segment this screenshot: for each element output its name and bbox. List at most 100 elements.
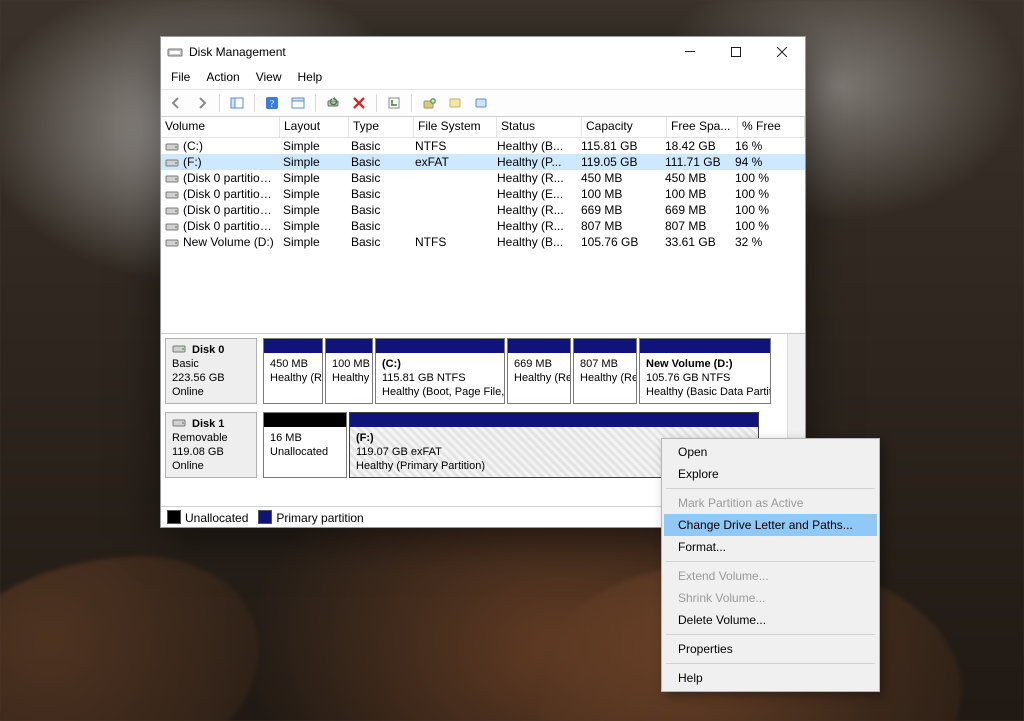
volume-row[interactable]: (F:)SimpleBasicexFATHealthy (P...119.05 … (161, 154, 805, 170)
volume-pctfree: 94 % (731, 154, 805, 170)
scrollbar-thumb[interactable] (790, 338, 803, 368)
volume-layout: Simple (279, 202, 347, 218)
partition[interactable]: (C:)115.81 GB NTFSHealthy (Boot, Page Fi… (375, 338, 505, 404)
volume-free: 33.61 GB (661, 234, 731, 250)
titlebar[interactable]: Disk Management (161, 37, 805, 67)
partition-header-bar (508, 339, 570, 353)
volume-capacity: 669 MB (577, 202, 661, 218)
close-button[interactable] (759, 37, 805, 67)
col-freespace[interactable]: Free Spa... (667, 117, 738, 137)
volume-layout: Simple (279, 186, 347, 202)
disk-meta[interactable]: Disk 0Basic223.56 GBOnline (165, 338, 257, 404)
partition-size: 105.76 GB NTFS (646, 371, 764, 385)
disk-meta[interactable]: Disk 1Removable119.08 GBOnline (165, 412, 257, 478)
volume-layout: Simple (279, 234, 347, 250)
create-vhd-icon[interactable] (418, 92, 440, 114)
volume-free: 807 MB (661, 218, 731, 234)
volume-free: 18.42 GB (661, 138, 731, 154)
forward-button[interactable] (191, 92, 213, 114)
partition[interactable]: 807 MBHealthy (Reco (573, 338, 637, 404)
legend-unallocated: Unallocated (167, 510, 248, 525)
menubar: File Action View Help (161, 67, 805, 89)
attach-vhd-icon[interactable] (444, 92, 466, 114)
svg-text:?: ? (270, 99, 275, 110)
menu-file[interactable]: File (163, 67, 198, 89)
ctx-delete[interactable]: Delete Volume... (664, 609, 877, 631)
col-pctfree[interactable]: % Free (738, 117, 805, 137)
volume-free: 669 MB (661, 202, 731, 218)
properties-icon[interactable] (383, 92, 405, 114)
volume-type: Basic (347, 186, 411, 202)
col-status[interactable]: Status (497, 117, 582, 137)
volume-row[interactable]: (Disk 0 partition 2)SimpleBasicHealthy (… (161, 186, 805, 202)
disk-icon (172, 343, 190, 355)
volume-row[interactable]: (Disk 0 partition 1)SimpleBasic Healthy (… (161, 170, 805, 186)
volume-status: Healthy (R... (493, 170, 577, 186)
delete-icon[interactable] (348, 92, 370, 114)
ctx-mark-active: Mark Partition as Active (664, 492, 877, 514)
back-button[interactable] (165, 92, 187, 114)
ctx-separator (666, 488, 875, 489)
partitions: 450 MBHealthy (Rec100 MBHealthy(C:)115.8… (263, 338, 784, 404)
partition[interactable]: New Volume (D:)105.76 GB NTFSHealthy (Ba… (639, 338, 771, 404)
volume-name: (C:) (183, 139, 203, 153)
partition-header-bar (640, 339, 770, 353)
refresh-icon[interactable] (322, 92, 344, 114)
disk-icon (172, 417, 190, 429)
ctx-properties[interactable]: Properties (664, 638, 877, 660)
ctx-open[interactable]: Open (664, 441, 877, 463)
ctx-extend: Extend Volume... (664, 565, 877, 587)
volume-status: Healthy (B... (493, 138, 577, 154)
help-icon[interactable]: ? (261, 92, 283, 114)
volume-status: Healthy (R... (493, 202, 577, 218)
volume-name: (Disk 0 partition 6) (183, 219, 279, 233)
volume-layout: Simple (279, 170, 347, 186)
ctx-explore[interactable]: Explore (664, 463, 877, 485)
partition-header-bar (350, 413, 758, 427)
ctx-help[interactable]: Help (664, 667, 877, 689)
volume-capacity: 119.05 GB (577, 154, 661, 170)
disk-state: Online (172, 459, 250, 473)
col-capacity[interactable]: Capacity (582, 117, 667, 137)
minimize-button[interactable] (667, 37, 713, 67)
partition-unallocated[interactable]: 16 MBUnallocated (263, 412, 347, 478)
partition-title: (C:) (382, 357, 498, 371)
settings-icon[interactable] (287, 92, 309, 114)
partition[interactable]: 100 MBHealthy (325, 338, 373, 404)
partition-size: 450 MB (270, 357, 316, 371)
detach-vhd-icon[interactable] (470, 92, 492, 114)
volume-pctfree: 32 % (731, 234, 805, 250)
volume-row[interactable]: (Disk 0 partition 6)SimpleBasicHealthy (… (161, 218, 805, 234)
show-hide-console-tree-icon[interactable] (226, 92, 248, 114)
toolbar-separator (219, 94, 220, 112)
col-type[interactable]: Type (349, 117, 414, 137)
partition[interactable]: 669 MBHealthy (Reco (507, 338, 571, 404)
volume-type: Basic (347, 202, 411, 218)
col-volume[interactable]: Volume (161, 117, 280, 137)
partition-header-bar (376, 339, 504, 353)
ctx-format[interactable]: Format... (664, 536, 877, 558)
partition[interactable]: 450 MBHealthy (Rec (263, 338, 323, 404)
volume-type: Basic (347, 170, 411, 186)
volume-name: (Disk 0 partition 1) (183, 171, 279, 185)
col-layout[interactable]: Layout (280, 117, 349, 137)
volume-row[interactable]: (Disk 0 partition 5)SimpleBasicHealthy (… (161, 202, 805, 218)
menu-view[interactable]: View (248, 67, 290, 89)
volume-type: Basic (347, 218, 411, 234)
disk-title: Disk 1 (192, 418, 224, 430)
disk-size: 223.56 GB (172, 371, 250, 385)
volume-status: Healthy (P... (493, 154, 577, 170)
menu-action[interactable]: Action (198, 67, 247, 89)
partition-status: Healthy (332, 371, 366, 385)
volume-row[interactable]: (C:)SimpleBasicNTFSHealthy (B...115.81 G… (161, 138, 805, 154)
volume-name: New Volume (D:) (183, 235, 274, 249)
col-filesystem[interactable]: File System (414, 117, 497, 137)
maximize-button[interactable] (713, 37, 759, 67)
volume-free: 100 MB (661, 186, 731, 202)
toolbar: ? (161, 89, 805, 117)
volume-pctfree: 100 % (731, 170, 805, 186)
ctx-change-drive-letter[interactable]: Change Drive Letter and Paths... (664, 514, 877, 536)
volume-capacity: 450 MB (577, 170, 661, 186)
menu-help[interactable]: Help (290, 67, 331, 89)
volume-row[interactable]: New Volume (D:)SimpleBasicNTFSHealthy (B… (161, 234, 805, 250)
